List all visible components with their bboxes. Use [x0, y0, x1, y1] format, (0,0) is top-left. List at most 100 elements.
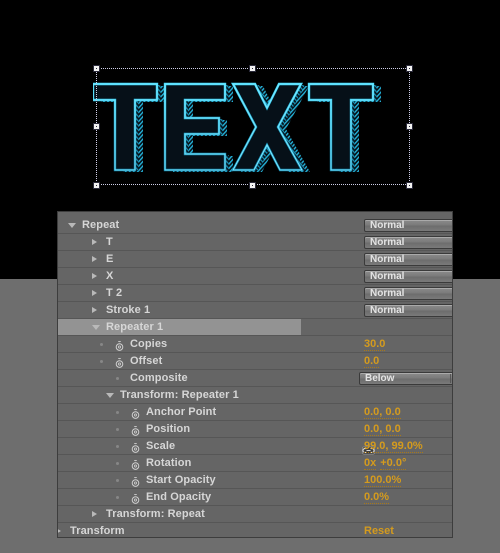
property-label: Repeater 1 [106, 321, 164, 333]
dropdown-label: Below [365, 373, 395, 384]
property-row-e[interactable]: E Normal [58, 251, 452, 268]
dropdown-label: Normal [370, 288, 405, 299]
property-row-anchor-point[interactable]: Anchor Point 0.0, 0.0 [58, 404, 452, 421]
property-row-scale[interactable]: Scale 99.0, 99.0% [58, 438, 452, 455]
selection-handle-bottom-left[interactable] [93, 182, 100, 189]
value-segment[interactable]: 0.0, 0.0 [364, 406, 401, 419]
stopwatch-icon[interactable] [130, 407, 141, 419]
stopwatch-icon[interactable] [130, 492, 141, 504]
selection-handle-top-left[interactable] [93, 65, 100, 72]
triangle-right-icon[interactable] [92, 511, 97, 517]
selection-handle-bottom-center[interactable] [249, 182, 256, 189]
property-row-transform-repeater-1[interactable]: Transform: Repeater 1 [58, 387, 452, 404]
property-value[interactable]: 0.0, 0.0 [364, 421, 401, 438]
property-value[interactable]: 99.0, 99.0% [364, 438, 423, 455]
property-label: T 2 [106, 287, 123, 299]
value-segment[interactable]: 0.0, 0.0 [364, 423, 401, 436]
property-label: Position [146, 423, 191, 435]
dropdown-separator [450, 374, 451, 383]
selection-handle-middle-right[interactable] [406, 123, 413, 130]
property-row-composite[interactable]: Composite Below [58, 370, 452, 387]
property-label: Stroke 1 [106, 304, 151, 316]
property-row-stroke-1[interactable]: Stroke 1 Normal [58, 302, 452, 319]
triangle-down-icon[interactable] [68, 223, 76, 228]
property-row-list: Repeat Normal T Normal E Normal X Normal T 2 Norm… [58, 217, 452, 537]
property-row-x[interactable]: X Normal [58, 268, 452, 285]
property-row-repeat[interactable]: Repeat Normal [58, 217, 452, 234]
value-segment[interactable]: 0.0% [364, 491, 390, 504]
property-row-t[interactable]: T Normal [58, 234, 452, 251]
blend-mode-dropdown[interactable]: Normal [364, 270, 452, 283]
blend-mode-dropdown[interactable]: Normal [364, 236, 452, 249]
composition-viewer[interactable] [0, 0, 500, 212]
property-row-position[interactable]: Position 0.0, 0.0 [58, 421, 452, 438]
property-value[interactable]: Reset [364, 523, 394, 537]
text-artwork-svg [93, 66, 413, 186]
triangle-right-icon[interactable] [92, 307, 97, 313]
value-segment[interactable]: 0x [364, 457, 377, 470]
property-row-copies[interactable]: Copies 30.0 [58, 336, 452, 353]
value-segment[interactable]: 99.0, 99.0% [364, 440, 423, 453]
triangle-right-icon[interactable] [92, 290, 97, 296]
stopwatch-icon[interactable] [130, 458, 141, 470]
property-value[interactable]: 0.0% [364, 489, 390, 506]
stopwatch-icon[interactable] [114, 339, 125, 351]
selection-handle-top-center[interactable] [249, 65, 256, 72]
property-row-start-opacity[interactable]: Start Opacity 100.0% [58, 472, 452, 489]
triangle-right-icon[interactable] [58, 528, 61, 534]
property-row-t-2[interactable]: T 2 Normal [58, 285, 452, 302]
stopwatch-icon[interactable] [114, 356, 125, 368]
property-value[interactable]: 100.0% [364, 472, 402, 489]
text-artwork[interactable] [93, 66, 413, 186]
selection-handle-top-right[interactable] [406, 65, 413, 72]
keyframe-nav-dot [116, 411, 119, 414]
stopwatch-icon[interactable] [130, 475, 141, 487]
property-value[interactable]: 0x +0.0° [364, 455, 407, 472]
timeline-property-panel[interactable]: Repeat Normal T Normal E Normal X Normal T 2 Norm… [58, 212, 452, 537]
property-row-transform[interactable]: Transform Reset [58, 523, 452, 537]
keyframe-nav-dot [100, 360, 103, 363]
stopwatch-icon[interactable] [130, 441, 141, 453]
property-label: Composite [130, 372, 188, 384]
keyframe-nav-dot [116, 377, 119, 380]
desktop-backdrop-bottom [0, 537, 500, 553]
triangle-right-icon[interactable] [92, 239, 97, 245]
value-segment[interactable]: 100.0% [364, 474, 402, 487]
property-label: Rotation [146, 457, 192, 469]
property-row-repeater-1[interactable]: Repeater 1 [58, 319, 452, 336]
triangle-right-icon[interactable] [92, 256, 97, 262]
property-row-offset[interactable]: Offset 0.0 [58, 353, 452, 370]
app-window: Repeat Normal T Normal E Normal X Normal T 2 Norm… [0, 0, 500, 553]
keyframe-nav-dot [100, 343, 103, 346]
blend-mode-dropdown[interactable]: Normal [364, 287, 452, 300]
triangle-down-icon[interactable] [92, 325, 100, 330]
keyframe-nav-dot [116, 428, 119, 431]
blend-mode-dropdown[interactable]: Normal [364, 304, 452, 317]
blend-mode-dropdown[interactable]: Normal [364, 219, 452, 232]
dropdown-label: Normal [370, 305, 405, 316]
triangle-down-icon[interactable] [106, 393, 114, 398]
property-row-rotation[interactable]: Rotation 0x +0.0° [58, 455, 452, 472]
value-segment[interactable]: Reset [364, 525, 394, 537]
keyframe-nav-dot [116, 496, 119, 499]
stopwatch-icon[interactable] [130, 424, 141, 436]
dropdown-label: Normal [370, 237, 405, 248]
blend-mode-dropdown[interactable]: Normal [364, 253, 452, 266]
property-row-transform-repeat[interactable]: Transform: Repeat [58, 506, 452, 523]
composite-mode-dropdown[interactable]: Below [359, 372, 452, 385]
triangle-right-icon[interactable] [92, 273, 97, 279]
selection-handle-middle-left[interactable] [93, 123, 100, 130]
value-segment[interactable]: 30.0 [364, 338, 386, 351]
value-segment[interactable]: +0.0° [380, 457, 407, 470]
property-value[interactable]: 30.0 [364, 336, 386, 353]
property-value[interactable]: 0.0 [364, 353, 380, 370]
property-row-end-opacity[interactable]: End Opacity 0.0% [58, 489, 452, 506]
value-segment[interactable]: 0.0 [364, 355, 380, 368]
property-label: Transform [70, 525, 125, 537]
property-label: Transform: Repeat [106, 508, 205, 520]
property-label: T [106, 236, 113, 248]
property-label: X [106, 270, 114, 282]
desktop-backdrop-right [452, 279, 500, 553]
selection-handle-bottom-right[interactable] [406, 182, 413, 189]
property-value[interactable]: 0.0, 0.0 [364, 404, 401, 421]
